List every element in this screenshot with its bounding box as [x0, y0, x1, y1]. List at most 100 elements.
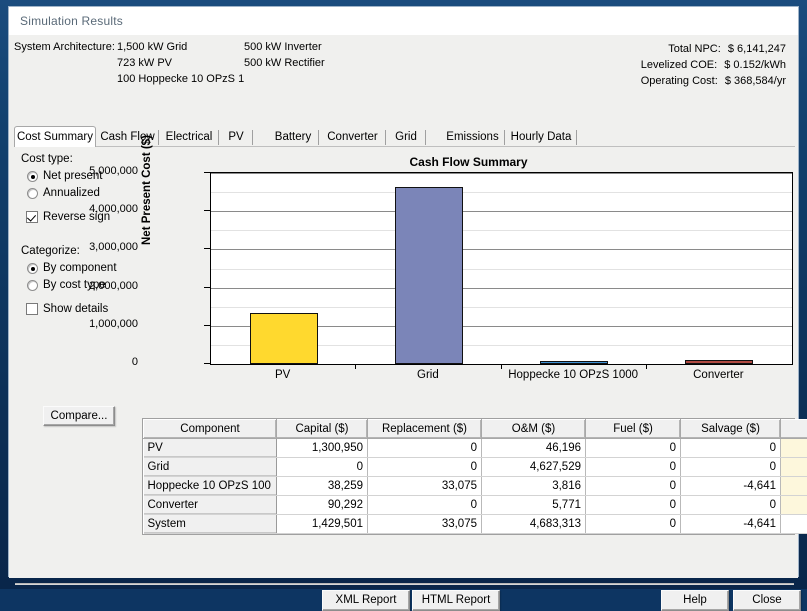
window-inner: Simulation Results System Architecture: …: [8, 6, 799, 577]
cell-value: 0: [681, 458, 781, 477]
table-body: PV1,300,950046,196001,347,146Grid004,627…: [144, 439, 807, 534]
y-axis-tick-mark: [204, 287, 210, 288]
gridline-minor: [211, 307, 792, 308]
xml-report-button[interactable]: XML Report: [322, 590, 410, 611]
gridline-minor: [211, 192, 792, 193]
checkbox-icon: [26, 303, 38, 315]
cell-component-name: System: [144, 515, 277, 534]
footer-separator: [15, 583, 794, 585]
cell-value: 1,347,146: [781, 439, 807, 458]
cell-value: 0: [681, 439, 781, 458]
cost-summary-table: ComponentCapital ($)Replacement ($)O&M (…: [143, 419, 807, 534]
bar-pv[interactable]: [250, 313, 318, 364]
y-axis-tick-mark: [204, 172, 210, 173]
tab-separator: [252, 130, 253, 145]
gridline-major: [211, 288, 792, 289]
checkbox-icon: [26, 211, 38, 223]
tab-label: Grid: [395, 131, 417, 143]
column-header-component[interactable]: Component: [144, 420, 277, 439]
column-header-total[interactable]: Total ($): [781, 420, 807, 439]
cell-value: 0: [368, 496, 482, 515]
chart-title: Cash Flow Summary: [142, 155, 795, 169]
bar-converter[interactable]: [685, 360, 753, 364]
cell-value: 0: [368, 439, 482, 458]
bar-hoppecke-10-opzs-1000[interactable]: [540, 361, 608, 364]
bar-grid[interactable]: [395, 187, 463, 364]
table-row[interactable]: PV1,300,950046,196001,347,146: [144, 439, 807, 458]
levelized-coe-label: Levelized COE:: [641, 59, 717, 71]
cell-value: 46,196: [482, 439, 586, 458]
tab-electrical[interactable]: Electrical: [159, 128, 219, 147]
cell-value: 0: [586, 439, 681, 458]
cell-value: 0: [586, 477, 681, 496]
cell-value: -4,641: [681, 477, 781, 496]
cell-value: 0: [586, 496, 681, 515]
y-axis-tick-mark: [204, 248, 210, 249]
table-row[interactable]: System1,429,50133,0754,683,3130-4,6416,1…: [144, 515, 807, 534]
cell-value: 38,259: [277, 477, 368, 496]
cell-value: 33,075: [368, 477, 482, 496]
column-header-o-m[interactable]: O&M ($): [482, 420, 586, 439]
tab-label: Battery: [275, 131, 311, 143]
y-axis-tick-label: 4,000,000: [68, 203, 138, 215]
radio-label: Annualized: [43, 187, 100, 199]
cell-value: 0: [586, 515, 681, 534]
column-header-capital[interactable]: Capital ($): [277, 420, 368, 439]
cell-value: 0: [277, 458, 368, 477]
tab-hourly-data[interactable]: Hourly Data: [505, 128, 577, 147]
help-button[interactable]: Help: [661, 590, 729, 611]
tab-label: PV: [228, 131, 243, 143]
cell-value: 90,292: [277, 496, 368, 515]
operating-cost-value: $ 368,584/yr: [725, 75, 786, 87]
checkbox-show-details[interactable]: Show details: [21, 301, 141, 318]
total-npc-row: Total NPC: $ 6,141,247: [641, 41, 786, 57]
tab-pv[interactable]: PV: [219, 128, 253, 147]
y-axis-tick-label: 0: [68, 356, 138, 368]
system-architecture-label: System Architecture:: [14, 41, 115, 53]
tab-cost-summary[interactable]: Cost Summary: [14, 126, 96, 147]
table-row[interactable]: Hoppecke 10 OPzS 10038,25933,0753,8160-4…: [144, 477, 807, 496]
gridline-major: [211, 173, 792, 174]
cell-component-name: Grid: [144, 458, 277, 477]
tab-separator: [425, 130, 426, 145]
tab-battery[interactable]: Battery: [267, 128, 319, 147]
table-head: ComponentCapital ($)Replacement ($)O&M (…: [144, 420, 807, 439]
radio-label: By component: [43, 262, 117, 274]
cell-value: 4,627,529: [482, 458, 586, 477]
table-row[interactable]: Converter90,29205,7710096,063: [144, 496, 807, 515]
y-axis-tick-label: 1,000,000: [68, 318, 138, 330]
architecture-item: 500 kW Rectifier: [244, 57, 325, 69]
tab-label: Emissions: [446, 131, 498, 143]
levelized-coe-value: $ 0.152/kWh: [724, 59, 786, 71]
table-header-row: ComponentCapital ($)Replacement ($)O&M (…: [144, 420, 807, 439]
compare-button[interactable]: Compare...: [43, 406, 115, 426]
tab-underline: [14, 146, 795, 147]
column-header-replacement[interactable]: Replacement ($): [368, 420, 482, 439]
tab-grid[interactable]: Grid: [386, 128, 426, 147]
radio-annualized[interactable]: Annualized: [21, 185, 141, 202]
cell-value: 5,771: [482, 496, 586, 515]
html-report-button[interactable]: HTML Report: [412, 590, 500, 611]
cell-value: 33,075: [368, 515, 482, 534]
tab-converter[interactable]: Converter: [319, 128, 386, 147]
tab-emissions[interactable]: Emissions: [440, 128, 505, 147]
cell-value: 70,510: [781, 477, 807, 496]
tab-label: Converter: [327, 131, 378, 143]
table-row[interactable]: Grid004,627,529004,627,529: [144, 458, 807, 477]
tab-separator: [576, 130, 577, 145]
close-button[interactable]: Close: [733, 590, 801, 611]
column-header-fuel[interactable]: Fuel ($): [586, 420, 681, 439]
architecture-item: 100 Hoppecke 10 OPzS 1: [117, 73, 244, 85]
total-npc-value: $ 6,141,247: [728, 43, 786, 55]
column-header-salvage[interactable]: Salvage ($): [681, 420, 781, 439]
window-frame: Simulation Results System Architecture: …: [0, 0, 807, 589]
operating-cost-row: Operating Cost: $ 368,584/yr: [641, 73, 786, 89]
radio-by-component[interactable]: By component: [21, 260, 141, 277]
cell-component-name: PV: [144, 439, 277, 458]
cell-value: 0: [368, 458, 482, 477]
spacer: [21, 294, 141, 301]
cell-value: 4,627,529: [781, 458, 807, 477]
radio-icon: [27, 188, 38, 199]
plot-area: [210, 172, 793, 365]
cell-value: 6,141,249: [781, 515, 807, 534]
